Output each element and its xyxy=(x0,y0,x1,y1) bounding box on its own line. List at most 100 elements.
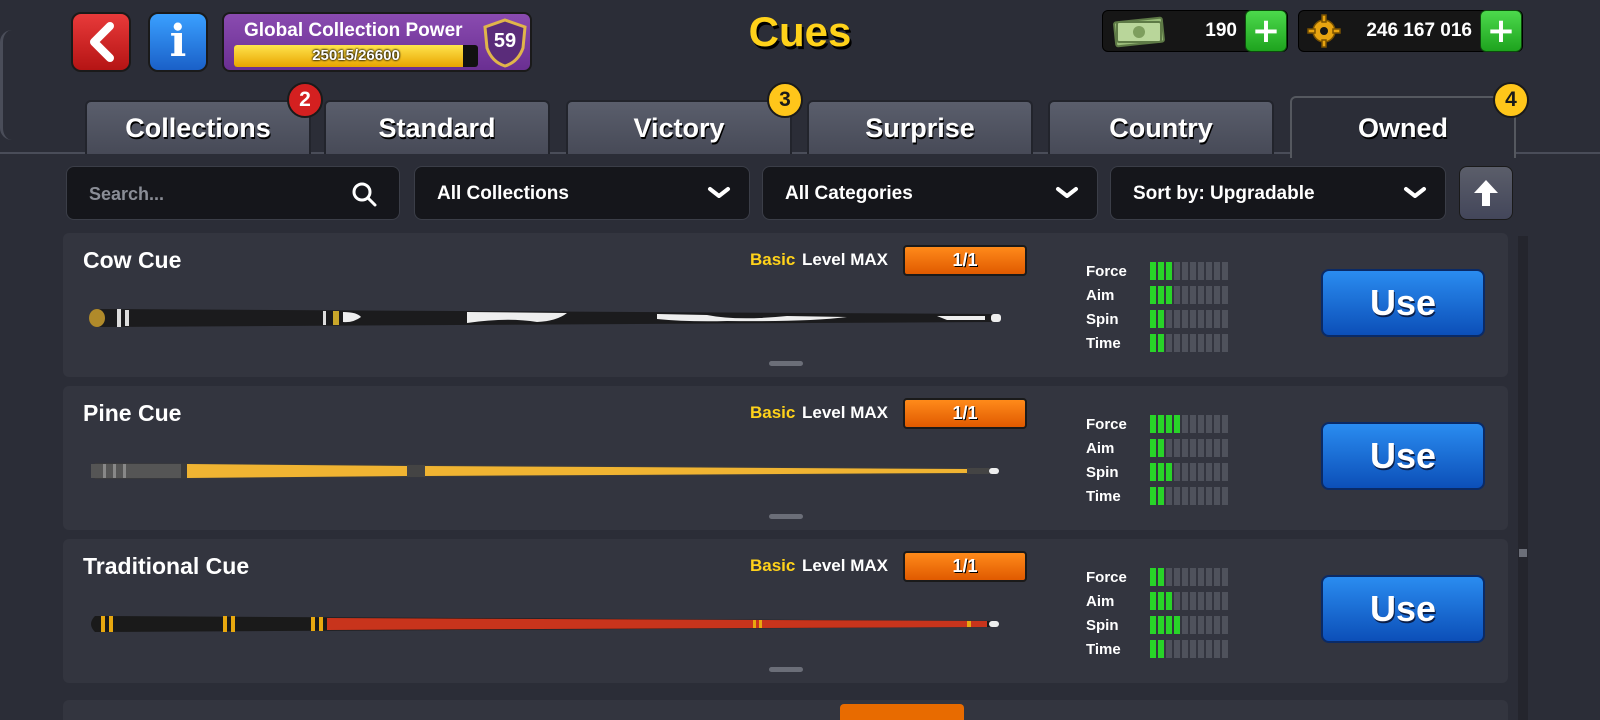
stat-segment xyxy=(1214,310,1220,328)
sort-dropdown-value: Sort by: Upgradable xyxy=(1133,183,1315,204)
use-cue-button[interactable]: Use xyxy=(1321,575,1485,643)
tab-country[interactable]: Country xyxy=(1048,100,1274,154)
stat-segment xyxy=(1198,439,1204,457)
stat-segment xyxy=(1198,592,1204,610)
stat-segment xyxy=(1182,262,1188,280)
search-input[interactable] xyxy=(89,181,329,207)
stat-segment xyxy=(1206,592,1212,610)
stat-segment xyxy=(1174,592,1180,610)
cue-stats: Force Aim Spin Time xyxy=(1086,414,1286,510)
stat-row-force: Force xyxy=(1086,261,1286,285)
search-icon xyxy=(352,182,377,207)
collections-dropdown-value: All Collections xyxy=(437,183,569,204)
stat-segment xyxy=(1198,334,1204,352)
stat-segment xyxy=(1198,286,1204,304)
stat-segment xyxy=(1222,463,1228,481)
stat-segment xyxy=(1182,334,1188,352)
stat-segment xyxy=(1166,439,1172,457)
cue-card[interactable]: Pine Cue Basic Level MAX 1/1 Force Aim S… xyxy=(63,386,1508,530)
stat-segment xyxy=(1222,415,1228,433)
stat-segment xyxy=(1166,640,1172,658)
stat-segment xyxy=(1166,487,1172,505)
stat-bar-force xyxy=(1150,262,1228,280)
list-scrollbar[interactable] xyxy=(1518,236,1528,720)
stat-segment xyxy=(1174,487,1180,505)
add-cash-button[interactable]: + xyxy=(1245,10,1287,52)
collections-dropdown[interactable]: All Collections xyxy=(414,166,750,220)
stat-segment xyxy=(1158,487,1164,505)
stat-segment xyxy=(1174,262,1180,280)
stat-bar-force xyxy=(1150,415,1228,433)
coins-amount: 246 167 016 xyxy=(1366,20,1472,41)
cue-rarity: Basic xyxy=(750,403,796,422)
stat-segment xyxy=(1198,568,1204,586)
coins-gear-icon xyxy=(1307,14,1341,48)
stat-segment xyxy=(1206,310,1212,328)
stat-segment xyxy=(1206,286,1212,304)
stat-segment xyxy=(1150,640,1156,658)
cue-progress-pill: 1/1 xyxy=(903,398,1027,429)
cue-card[interactable]: Cow Cue Basic Level MAX 1/1 Force Aim Sp… xyxy=(63,233,1508,377)
stat-label: Force xyxy=(1086,569,1127,586)
stat-segment xyxy=(1214,568,1220,586)
card-expand-handle[interactable] xyxy=(769,361,803,366)
sort-dropdown[interactable]: Sort by: Upgradable xyxy=(1110,166,1446,220)
tab-victory[interactable]: Victory xyxy=(566,100,792,154)
stat-segment xyxy=(1190,463,1196,481)
stat-segment xyxy=(1174,334,1180,352)
cue-stats: Force Aim Spin Time xyxy=(1086,261,1286,357)
cue-card[interactable]: Traditional Cue Basic Level MAX 1/1 Forc… xyxy=(63,539,1508,683)
tab-collections[interactable]: Collections xyxy=(85,100,311,154)
stat-segment xyxy=(1198,640,1204,658)
cue-name: Traditional Cue xyxy=(83,553,250,579)
stat-row-time: Time xyxy=(1086,486,1286,510)
stat-segment xyxy=(1190,310,1196,328)
stat-segment xyxy=(1190,439,1196,457)
card-expand-handle[interactable] xyxy=(769,514,803,519)
stat-label: Spin xyxy=(1086,311,1119,328)
stat-segment xyxy=(1158,310,1164,328)
stat-segment xyxy=(1166,334,1172,352)
cue-progress-pill: 1/1 xyxy=(903,245,1027,276)
stat-segment xyxy=(1182,487,1188,505)
tab-victory-badge: 3 xyxy=(767,82,803,118)
stat-bar-force xyxy=(1150,568,1228,586)
stat-bar-spin xyxy=(1150,310,1228,328)
use-cue-button[interactable]: Use xyxy=(1321,269,1485,337)
stat-segment xyxy=(1150,439,1156,457)
categories-dropdown[interactable]: All Categories xyxy=(762,166,1098,220)
stat-segment xyxy=(1182,592,1188,610)
stat-segment xyxy=(1166,463,1172,481)
stat-row-time: Time xyxy=(1086,333,1286,357)
tab-surprise[interactable]: Surprise xyxy=(807,100,1033,154)
stat-segment xyxy=(1198,487,1204,505)
tab-owned[interactable]: Owned xyxy=(1290,96,1516,158)
stat-segment xyxy=(1190,286,1196,304)
stat-segment xyxy=(1174,463,1180,481)
stat-segment xyxy=(1166,568,1172,586)
card-expand-handle[interactable] xyxy=(769,667,803,672)
stat-segment xyxy=(1206,415,1212,433)
stat-segment xyxy=(1222,616,1228,634)
stat-segment xyxy=(1150,310,1156,328)
tab-collections-badge: 2 xyxy=(287,82,323,118)
search-box[interactable] xyxy=(66,166,400,220)
cue-name: Pine Cue xyxy=(83,400,182,426)
stat-segment xyxy=(1150,568,1156,586)
stat-segment xyxy=(1158,568,1164,586)
chevron-down-icon xyxy=(1404,187,1426,198)
sort-direction-button[interactable] xyxy=(1459,166,1513,220)
stat-segment xyxy=(1158,616,1164,634)
cue-rarity: Basic xyxy=(750,250,796,269)
stat-row-aim: Aim xyxy=(1086,438,1286,462)
stat-segment xyxy=(1182,310,1188,328)
stat-segment xyxy=(1222,487,1228,505)
add-coins-button[interactable]: + xyxy=(1480,10,1522,52)
stat-label: Time xyxy=(1086,641,1121,658)
stat-segment xyxy=(1214,616,1220,634)
use-cue-button[interactable]: Use xyxy=(1321,422,1485,490)
list-scrollbar-thumb[interactable] xyxy=(1519,549,1527,557)
cue-name: Cow Cue xyxy=(83,247,182,273)
tab-standard[interactable]: Standard xyxy=(324,100,550,154)
stat-segment xyxy=(1174,640,1180,658)
